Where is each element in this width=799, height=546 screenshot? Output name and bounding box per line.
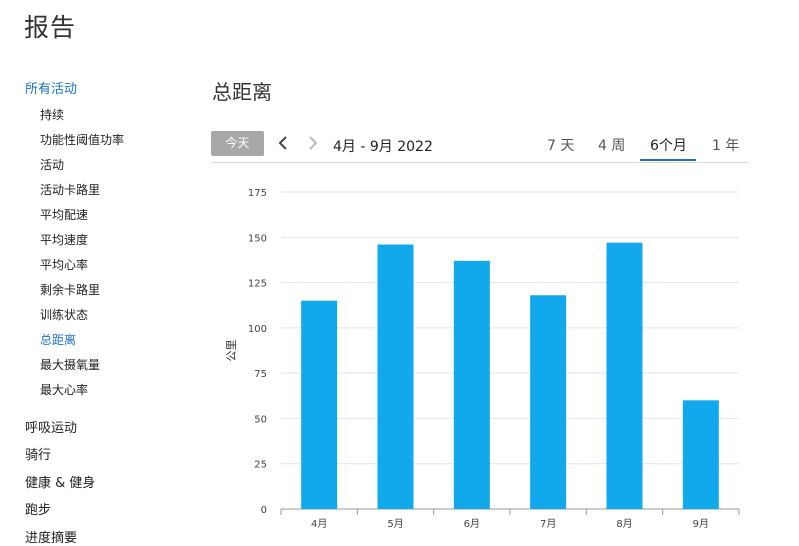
y-tick-label: 150	[248, 233, 267, 244]
y-tick-label: 25	[254, 460, 267, 471]
sidebar-item-ftp[interactable]: 功能性阈值功率	[40, 131, 124, 148]
sidebar-category-progress-summary[interactable]: 进度摘要	[25, 527, 77, 546]
tab-6-months[interactable]: 6个月	[650, 135, 687, 155]
sidebar-category-cycling[interactable]: 骑行	[25, 444, 51, 463]
y-tick-label: 75	[254, 369, 267, 380]
sidebar-item-vo2-max[interactable]: 最大摄氧量	[40, 356, 100, 373]
x-tick-label: 8月	[616, 518, 632, 530]
active-tab-indicator	[640, 159, 696, 161]
y-axis-label: 公里	[225, 340, 238, 362]
bar-4月	[301, 300, 338, 509]
y-tick-label: 175	[248, 188, 267, 199]
y-tick-label: 100	[248, 324, 267, 335]
sidebar-item-avg-speed[interactable]: 平均速度	[40, 231, 88, 248]
sidebar: 所有活动 持续 功能性阈值功率 活动 活动卡路里 平均配速 平均速度 平均心率 …	[0, 0, 200, 546]
chart-svg: 0 25 50 75 100 125 150 175 公里 4月 5月 6月 7月 8月 9月	[225, 188, 740, 530]
sidebar-category-breathwork[interactable]: 呼吸运动	[25, 417, 77, 436]
y-tick-label: 50	[254, 414, 267, 425]
bar-6月	[453, 260, 490, 509]
x-tick-label: 7月	[540, 518, 556, 530]
sidebar-category-running[interactable]: 跑步	[25, 499, 51, 518]
sidebar-item-max-heart-rate[interactable]: 最大心率	[40, 381, 88, 398]
x-tick-label: 5月	[387, 518, 403, 530]
sidebar-item-avg-pace[interactable]: 平均配速	[40, 206, 88, 223]
tab-1-year[interactable]: 1 年	[712, 135, 739, 155]
sidebar-item-avg-heart-rate[interactable]: 平均心率	[40, 256, 88, 273]
sidebar-item-duration[interactable]: 持续	[40, 106, 64, 123]
sidebar-item-activities[interactable]: 活动	[40, 156, 64, 173]
y-tick-label: 0	[261, 505, 267, 516]
bar-5月	[377, 244, 414, 509]
bar-8月	[606, 242, 643, 509]
sidebar-item-activity-calories[interactable]: 活动卡路里	[40, 181, 100, 198]
chevron-right-icon[interactable]	[307, 133, 319, 158]
y-tick-label: 125	[248, 279, 267, 290]
x-tick-label: 4月	[311, 518, 327, 530]
date-toolbar: 今天 4月 - 9月 2022 7 天 4 周 6个月 1 年	[211, 128, 749, 163]
bar-9月	[682, 400, 719, 509]
sidebar-item-remaining-calories[interactable]: 剩余卡路里	[40, 281, 100, 298]
section-title: 总距离	[212, 80, 272, 104]
sidebar-item-total-distance[interactable]: 总距离	[40, 331, 76, 348]
chevron-left-icon[interactable]	[277, 133, 289, 158]
date-range-label: 4月 - 9月 2022	[333, 139, 433, 155]
today-button[interactable]: 今天	[211, 131, 264, 156]
bar-7月	[530, 295, 567, 509]
tab-4-weeks[interactable]: 4 周	[598, 135, 625, 155]
x-tick-label: 6月	[464, 518, 480, 530]
tab-7-days[interactable]: 7 天	[547, 135, 574, 155]
x-tick-label: 9月	[693, 518, 709, 530]
distance-bar-chart: 0 25 50 75 100 125 150 175 公里 4月 5月 6月 7月 8月 9月	[215, 180, 755, 539]
sidebar-item-training-status[interactable]: 训练状态	[40, 306, 88, 323]
sidebar-category-health-fitness[interactable]: 健康 & 健身	[25, 472, 95, 491]
sidebar-category-all-activities[interactable]: 所有活动	[25, 78, 77, 97]
